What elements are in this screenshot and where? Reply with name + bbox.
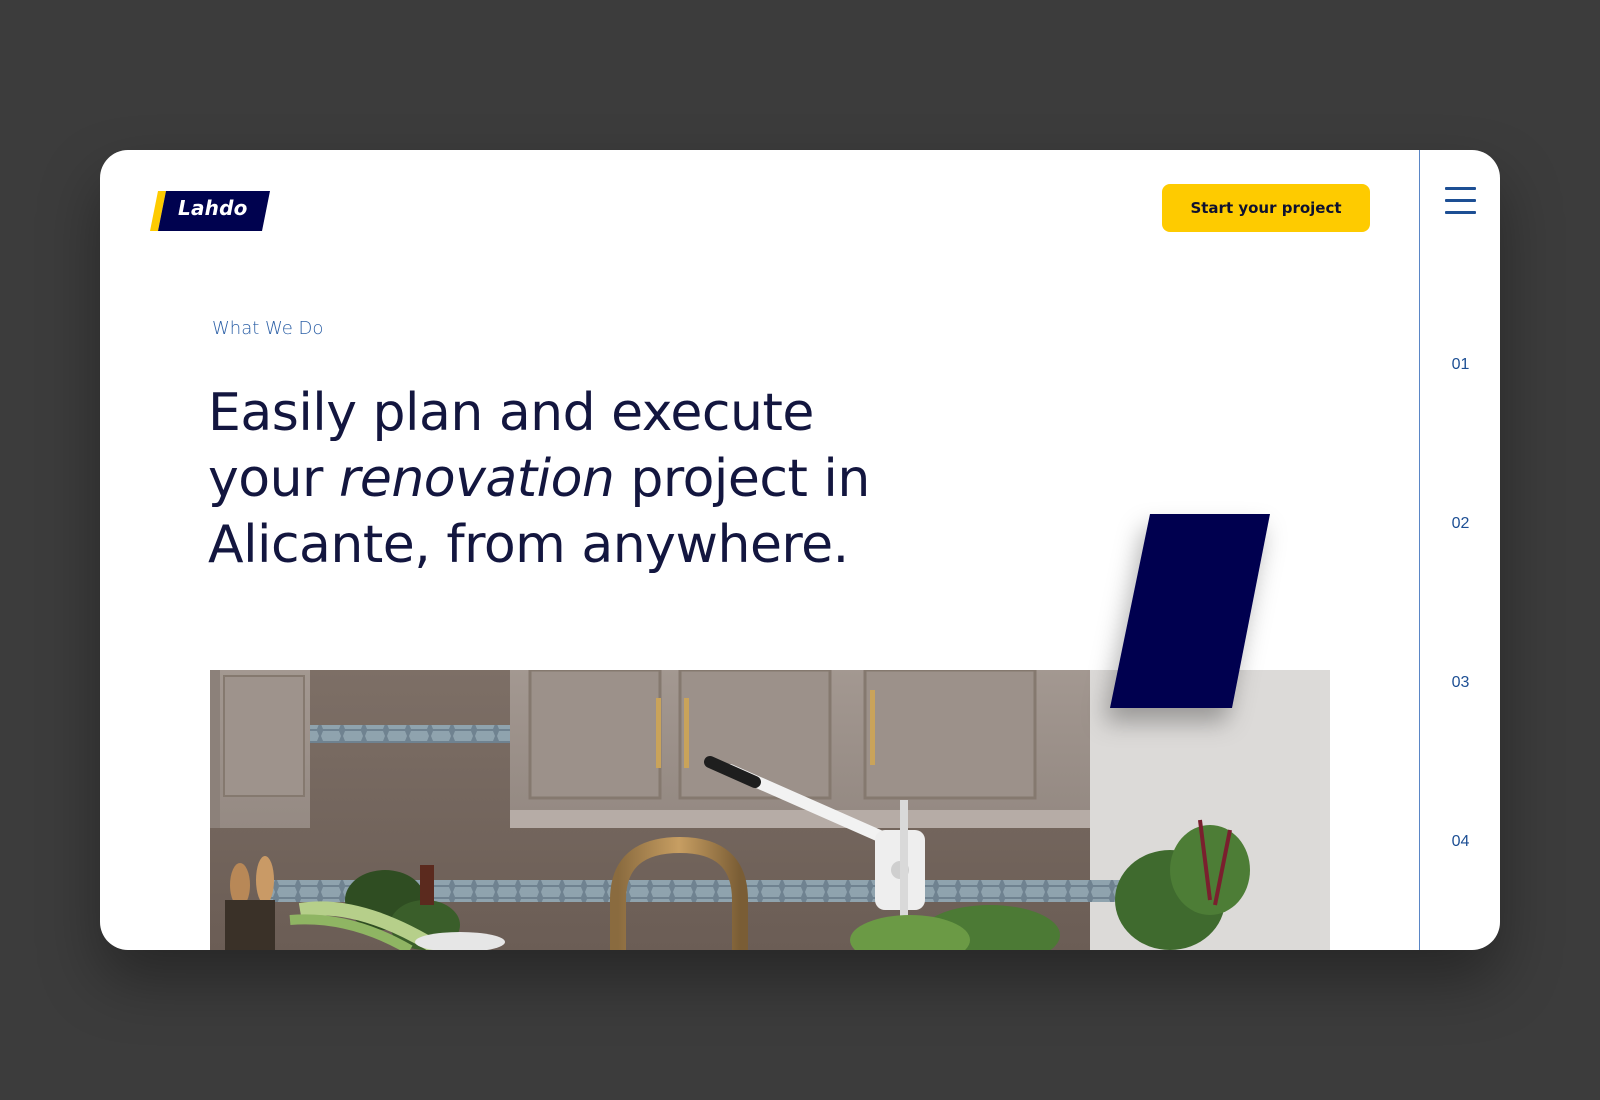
section-rail: 01 02 03 04 — [1419, 150, 1500, 950]
headline-emphasis: renovation — [338, 449, 615, 509]
section-nav-01[interactable]: 01 — [1420, 356, 1500, 374]
section-nav-02[interactable]: 02 — [1420, 515, 1500, 533]
hamburger-menu-icon[interactable] — [1445, 187, 1477, 215]
section-eyebrow: What We Do — [212, 318, 324, 339]
parallelogram-shape-icon — [1110, 514, 1270, 708]
start-project-button[interactable]: Start your project — [1162, 184, 1370, 232]
decorative-parallelogram — [1110, 514, 1285, 714]
brand-logo[interactable]: Lahdo — [150, 191, 270, 231]
hero-headline: Easily plan and execute your renovation … — [208, 380, 928, 578]
section-nav-03[interactable]: 03 — [1420, 674, 1500, 692]
page-card: Lahdo Start your project 01 02 03 04 Wha… — [100, 150, 1500, 950]
brand-name: Lahdo — [178, 196, 248, 220]
section-nav-04[interactable]: 04 — [1420, 833, 1500, 851]
